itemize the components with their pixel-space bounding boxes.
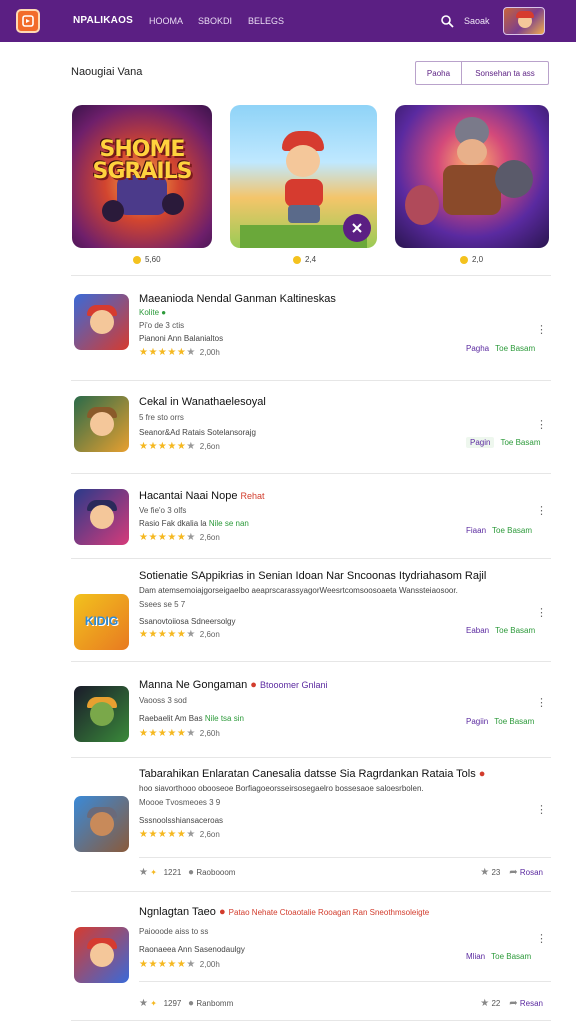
action-link-secondary[interactable]: Toe Basam: [492, 526, 532, 535]
more-options-icon[interactable]: ⋮: [536, 803, 547, 816]
action-link-primary[interactable]: Fiaan: [466, 526, 486, 535]
game-thumbnail[interactable]: [74, 686, 129, 742]
item-long-description: Dam atemsemoiajgorseigaelbo aeaprscarass…: [139, 586, 458, 595]
action-link-primary[interactable]: Eaban: [466, 626, 489, 635]
item-description: Raonaeea Ann Sasenodaulgy: [139, 945, 245, 954]
action-link-secondary[interactable]: Toe Basam: [495, 626, 535, 635]
star-rating: ★★★★★★ 2,6on: [139, 629, 220, 640]
action-link-secondary[interactable]: Toe Basam: [500, 438, 540, 447]
item-description: Raebaelit Am Bas Nile tsa sin: [139, 714, 244, 723]
featured-rating-2: 2,4: [293, 255, 316, 264]
more-options-icon[interactable]: ⋮: [536, 418, 547, 431]
item-long-description: hoo siavorthooo obooseoe Borfiagoeorssei…: [139, 784, 424, 793]
sword-icon: [352, 223, 362, 233]
star-rating: ★★★★★★ 2,6on: [139, 532, 220, 543]
item-title[interactable]: Cekal in Wanathaelesoyal: [139, 396, 266, 408]
game-thumbnail[interactable]: KIDIG: [74, 594, 129, 650]
coin-icon: [460, 255, 468, 264]
top-app-bar: NPALIKAOS HOOMA SBOKDI BELEGS Saoak: [0, 0, 576, 42]
more-options-icon[interactable]: ⋮: [536, 696, 547, 709]
favorite-button[interactable]: [343, 214, 371, 242]
item-description: Pianoni Ann Balanialtos: [139, 334, 224, 343]
nav-item-home[interactable]: HOOMA: [149, 16, 183, 26]
star-rating: ★★★★★★ 2,6on: [139, 441, 220, 452]
item-badge: Rehat: [240, 491, 265, 501]
item-subtitle: Vaooss 3 sod: [139, 696, 187, 705]
item-subtitle: Ssees se 5 7: [139, 600, 186, 609]
nav-item-browse[interactable]: SBOKDI: [198, 16, 232, 26]
search-icon[interactable]: [440, 14, 454, 28]
user-avatar[interactable]: [503, 7, 545, 35]
featured-card-1[interactable]: SHOME SGRAILS: [72, 105, 212, 248]
game-thumbnail[interactable]: [74, 489, 129, 545]
action-link-secondary[interactable]: Toe Basam: [494, 717, 534, 726]
item-title[interactable]: Tabarahikan Enlaratan Canesalia datsse S…: [139, 768, 485, 780]
item-badge: Kolite: [139, 308, 160, 317]
item-badge: Patao Nehate Ctoaotalie Rooagan Ran Sneo…: [228, 908, 430, 917]
action-link-primary[interactable]: Pagha: [466, 344, 489, 353]
share-icon[interactable]: ➦: [509, 998, 517, 1009]
featured-card-3[interactable]: [395, 105, 549, 248]
fire-icon: ●: [250, 679, 257, 691]
featured-art-title: SHOME SGRAILS: [92, 137, 193, 184]
item-subtitle: Paiooode aiss to ss: [139, 927, 209, 936]
like-icon[interactable]: ★: [480, 867, 489, 878]
share-icon[interactable]: ➦: [509, 867, 517, 878]
star-rating: ★★★★★★ 2,6on: [139, 829, 220, 840]
action-link-secondary[interactable]: Toe Basam: [495, 344, 535, 353]
tag-icon: ●: [188, 998, 195, 1009]
trophy-icon: ✦: [150, 868, 157, 877]
filter-button-group: Paoha Sonsehan ta ass: [415, 61, 549, 85]
more-options-icon[interactable]: ⋮: [536, 932, 547, 945]
item-subtitle: 5 fre sto orrs: [139, 413, 184, 422]
more-options-icon[interactable]: ⋮: [536, 323, 547, 336]
item-title[interactable]: Hacantai Naai Nope Rehat: [139, 490, 265, 502]
item-badge: Btooomer Gnlani: [260, 680, 328, 690]
filter-button-1[interactable]: Paoha: [416, 62, 462, 84]
tag-icon: ●: [188, 867, 195, 878]
game-thumbnail[interactable]: [74, 294, 129, 350]
item-title[interactable]: Ngnlagtan Taeo ● Patao Nehate Ctoaotalie…: [139, 906, 429, 918]
coin-icon: [133, 255, 141, 264]
coin-icon: [293, 255, 301, 264]
star-rating: ★★★★★★ 2,60h: [139, 728, 220, 739]
game-thumbnail[interactable]: [74, 927, 129, 983]
featured-rating-3: 2,0: [460, 255, 483, 264]
item-description: Sssnoolsshiansaceroas: [139, 816, 224, 825]
share-icon[interactable]: ★: [139, 998, 148, 1009]
trophy-icon: ✦: [150, 999, 157, 1008]
alert-icon: ●: [478, 768, 486, 780]
filter-button-2[interactable]: Sonsehan ta ass: [462, 62, 548, 84]
search-label[interactable]: Saoak: [464, 16, 490, 26]
fire-icon: ●: [218, 906, 226, 918]
star-rating: ★★★★★★ 2,00h: [139, 347, 220, 358]
more-options-icon[interactable]: ⋮: [536, 504, 547, 517]
item-subtitle: Moooe Tvosmeoes 3 9: [139, 798, 221, 807]
action-link-primary[interactable]: Pagin: [466, 437, 495, 448]
star-rating: ★★★★★★ 2,00h: [139, 959, 220, 970]
item-description: Rasio Fak dkalia la Nile se nan: [139, 519, 249, 528]
item-description: Ssanovtoiiosa Sdneersolgy: [139, 617, 236, 626]
featured-card-2[interactable]: [230, 105, 377, 248]
app-logo-icon[interactable]: [16, 9, 40, 33]
featured-rating-1: 5,60: [133, 255, 161, 264]
game-thumbnail[interactable]: [74, 796, 129, 852]
section-title: Naougiai Vana: [71, 66, 143, 78]
more-options-icon[interactable]: ⋮: [536, 606, 547, 619]
verified-icon: ●: [161, 308, 167, 317]
like-icon[interactable]: ★: [480, 998, 489, 1009]
brand-name[interactable]: NPALIKAOS: [73, 15, 133, 26]
item-title[interactable]: Maeanioda Nendal Ganman Kaltineskas: [139, 293, 336, 305]
nav-item-categories[interactable]: BELEGS: [248, 16, 284, 26]
action-link-primary[interactable]: Mlian: [466, 952, 485, 961]
game-thumbnail[interactable]: [74, 396, 129, 452]
item-title[interactable]: Manna Ne Gongaman ● Btooomer Gnlani: [139, 679, 328, 691]
action-link-primary[interactable]: Pagiin: [466, 717, 488, 726]
action-link-secondary[interactable]: Toe Basam: [491, 952, 531, 961]
share-icon[interactable]: ★: [139, 867, 148, 878]
item-subtitle: Pi'o de 3 ctis: [139, 321, 185, 330]
item-subtitle: Ve fie'o 3 olfs: [139, 506, 187, 515]
item-description: Seanor&Ad Ratais Sotelansorajg: [139, 428, 256, 437]
item-title[interactable]: Sotienatie SAppikrias in Senian Idoan Na…: [139, 570, 486, 582]
